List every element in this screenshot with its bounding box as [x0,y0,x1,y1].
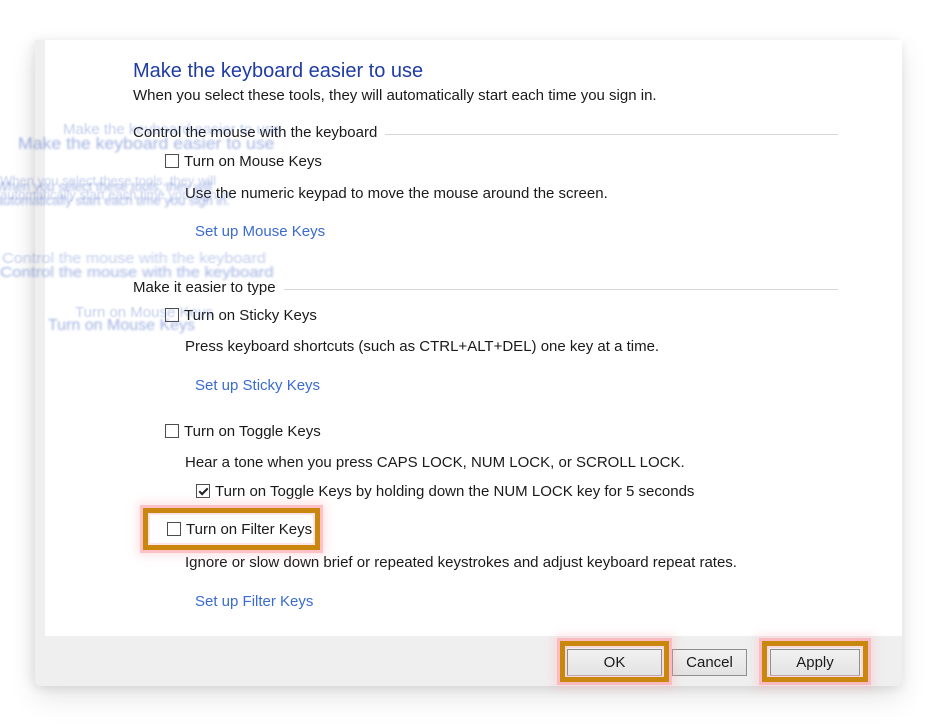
sticky-keys-description: Press keyboard shortcuts (such as CTRL+A… [185,338,659,355]
settings-content-panel: Make the keyboard easier to use When you… [45,40,902,636]
toggle-keys-checkbox[interactable] [165,424,179,438]
setup-sticky-keys-link[interactable]: Set up Sticky Keys [195,377,320,394]
sticky-keys-row: Turn on Sticky Keys [165,307,317,324]
filter-keys-checkbox[interactable] [167,522,181,536]
group-header-mouse: Control the mouse with the keyboard [133,124,838,141]
toggle-keys-numlock-label[interactable]: Turn on Toggle Keys by holding down the … [215,483,694,500]
page-subtitle: When you select these tools, they will a… [133,87,657,104]
mouse-keys-label[interactable]: Turn on Mouse Keys [184,153,322,170]
setup-mouse-keys-link[interactable]: Set up Mouse Keys [195,223,325,240]
toggle-keys-row: Turn on Toggle Keys [165,423,321,440]
toggle-keys-label[interactable]: Turn on Toggle Keys [184,423,321,440]
group-header-type: Make it easier to type [133,279,838,296]
setup-filter-keys-link[interactable]: Set up Filter Keys [195,593,313,610]
group-separator-line [385,134,838,135]
filter-keys-label[interactable]: Turn on Filter Keys [186,521,312,538]
mouse-keys-checkbox[interactable] [165,154,179,168]
dialog-button-bar: OK Cancel Apply [35,636,902,686]
screen: Make the keyboard easier to use When you… [0,0,947,726]
apply-button[interactable]: Apply [770,649,860,676]
toggle-keys-numlock-checkbox[interactable] [196,484,210,498]
toggle-keys-description: Hear a tone when you press CAPS LOCK, NU… [185,454,685,471]
ease-of-access-window: Make the keyboard easier to use When you… [35,40,902,686]
filter-keys-description: Ignore or slow down brief or repeated ke… [185,554,737,571]
page-title: Make the keyboard easier to use [133,60,423,83]
group-header-type-label: Make it easier to type [133,279,276,296]
cancel-button[interactable]: Cancel [672,649,747,676]
sticky-keys-checkbox[interactable] [165,308,179,322]
ok-button[interactable]: OK [567,649,662,676]
group-header-mouse-label: Control the mouse with the keyboard [133,124,377,141]
toggle-keys-numlock-row: Turn on Toggle Keys by holding down the … [196,483,694,500]
mouse-keys-row: Turn on Mouse Keys [165,153,322,170]
filter-keys-row: Turn on Filter Keys [167,521,312,538]
group-separator-line [284,289,838,290]
mouse-keys-description: Use the numeric keypad to move the mouse… [185,185,608,202]
sticky-keys-label[interactable]: Turn on Sticky Keys [184,307,317,324]
